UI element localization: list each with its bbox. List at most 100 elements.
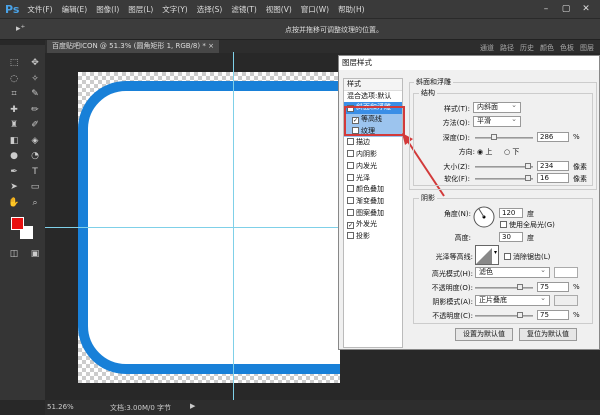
crop-tool-icon[interactable]: ⌗ [7, 88, 21, 100]
brush-tool-icon[interactable]: ✏ [28, 104, 42, 116]
checkbox-icon[interactable] [347, 231, 354, 239]
menu-item[interactable]: 图像(I) [96, 4, 119, 15]
style-item[interactable]: 图案叠加 [344, 208, 402, 220]
style-item[interactable]: ✓ 外发光 [344, 219, 402, 231]
menu-item[interactable]: 滤镜(T) [231, 4, 256, 15]
checkbox-icon[interactable] [347, 138, 354, 146]
angle-dial[interactable] [473, 206, 495, 228]
history-brush-tool-icon[interactable]: ✐ [28, 119, 42, 131]
close-button[interactable]: ✕ [578, 3, 594, 15]
depth-input[interactable]: 286 [537, 132, 569, 142]
eyedropper-tool-icon[interactable]: ✎ [28, 88, 42, 100]
panel-tab[interactable]: 图层 [580, 43, 594, 53]
style-item-label: 图案叠加 [356, 208, 384, 217]
checkbox-icon[interactable] [347, 173, 354, 181]
make-default-button[interactable]: 设置为默认值 [455, 328, 513, 341]
move-tool-icon[interactable]: ▸⁺ [16, 24, 25, 34]
style-item[interactable]: 光泽 [344, 173, 402, 185]
blend-options-item[interactable]: 混合选项:默认 [344, 91, 402, 103]
panel-tab[interactable]: 色板 [560, 43, 574, 53]
antialias-checkbox[interactable]: 消除锯齿(L) [504, 252, 550, 262]
lasso-tool-icon[interactable]: ◌ [7, 73, 21, 85]
stamp-tool-icon[interactable]: ♜ [7, 119, 21, 131]
menu-item[interactable]: 窗口(W) [301, 4, 329, 15]
style-item-label: 光泽 [356, 173, 370, 182]
highlight-opacity-slider[interactable] [475, 284, 533, 290]
checkbox-icon[interactable] [347, 161, 354, 169]
menu-item[interactable]: 视图(V) [266, 4, 292, 15]
size-slider[interactable] [475, 163, 533, 169]
blur-tool-icon[interactable]: ● [7, 150, 21, 162]
pen-tool-icon[interactable]: ✒ [7, 166, 21, 178]
zoom-tool-icon[interactable]: ⌕ [28, 197, 42, 209]
quick-mask-icon[interactable]: ◫ [7, 248, 21, 260]
direction-up-radio[interactable]: ◉ 上 [477, 147, 492, 157]
maximize-button[interactable]: ▢ [558, 3, 574, 15]
style-item[interactable]: 内阴影 [344, 149, 402, 161]
menu-item[interactable]: 文件(F) [27, 4, 52, 15]
bucket-tool-icon[interactable]: ◈ [28, 135, 42, 147]
style-item[interactable]: 描边 [344, 137, 402, 149]
menu-item[interactable]: 编辑(E) [62, 4, 88, 15]
menu-item[interactable]: 选择(S) [197, 4, 223, 15]
horizontal-guide[interactable] [45, 227, 338, 228]
eraser-tool-icon[interactable]: ◧ [7, 135, 21, 147]
close-tab-icon[interactable]: × [208, 42, 214, 50]
dodge-tool-icon[interactable]: ◔ [28, 150, 42, 162]
checkbox-icon[interactable] [347, 196, 354, 204]
highlight-mode-select[interactable]: 滤色 [475, 266, 550, 278]
zoom-level[interactable]: 51.26% [47, 403, 74, 411]
minimize-button[interactable]: – [538, 3, 554, 15]
soften-input[interactable]: 16 [537, 173, 569, 183]
vertical-guide[interactable] [233, 52, 234, 400]
shadow-opacity-input[interactable]: 75 [537, 310, 569, 320]
healing-tool-icon[interactable]: ✚ [7, 104, 21, 116]
shadow-color-swatch[interactable] [554, 295, 578, 306]
style-item[interactable]: 渐变叠加 [344, 196, 402, 208]
global-light-checkbox[interactable]: 使用全局光(G) [500, 220, 555, 230]
panel-tab[interactable]: 历史 [520, 43, 534, 53]
style-select[interactable]: 内斜面 [473, 101, 521, 113]
status-menu-arrow-icon[interactable]: ▶ [190, 402, 195, 410]
hand-tool-icon[interactable]: ✋ [7, 197, 21, 209]
style-item-label: 渐变叠加 [356, 196, 384, 205]
menu-item[interactable]: 帮助(H) [338, 4, 365, 15]
type-tool-icon[interactable]: T [28, 166, 42, 178]
checkbox-icon[interactable]: ✓ [347, 222, 354, 230]
style-item[interactable]: 内发光 [344, 161, 402, 173]
reset-default-button[interactable]: 复位为默认值 [519, 328, 577, 341]
gloss-contour-picker[interactable]: ▾ [475, 245, 499, 265]
magic-wand-tool-icon[interactable]: ✧ [28, 73, 42, 85]
depth-slider[interactable] [475, 134, 533, 140]
angle-input[interactable]: 120 [499, 208, 523, 218]
panel-tabs: 通道 路径 历史 颜色 色板 图层 [480, 43, 594, 53]
altitude-input[interactable]: 30 [499, 232, 523, 242]
highlight-color-swatch[interactable] [554, 267, 578, 278]
size-input[interactable]: 234 [537, 161, 569, 171]
menu-item[interactable]: 文字(Y) [162, 4, 187, 15]
direction-down-radio[interactable]: ○ 下 [504, 147, 519, 157]
technique-select[interactable]: 平滑 [473, 115, 521, 127]
screen-mode-icon[interactable]: ▣ [28, 248, 42, 260]
altitude-label: 高度: [454, 234, 471, 242]
menu-item[interactable]: 图层(L) [128, 4, 153, 15]
document-tab[interactable]: 百度贴吧ICON @ 51.3% (圆角矩形 1, RGB/8) * × [47, 40, 219, 53]
checkbox-icon[interactable] [347, 150, 354, 158]
checkbox-icon[interactable] [347, 208, 354, 216]
marquee-tool-icon[interactable]: ⬚ [7, 57, 21, 69]
style-item[interactable]: 颜色叠加 [344, 184, 402, 196]
shadow-mode-select[interactable]: 正片叠底 [475, 294, 550, 306]
panel-tab[interactable]: 路径 [500, 43, 514, 53]
soften-slider[interactable] [475, 175, 533, 181]
foreground-color-swatch[interactable] [11, 217, 24, 230]
checkbox-icon[interactable] [347, 185, 354, 193]
shape-tool-icon[interactable]: ▭ [28, 181, 42, 193]
shadow-opacity-slider[interactable] [475, 312, 533, 318]
style-item[interactable]: 投影 [344, 231, 402, 243]
panel-tab[interactable]: 通道 [480, 43, 494, 53]
path-select-tool-icon[interactable]: ➤ [7, 181, 21, 193]
move-tool-icon[interactable]: ✥ [28, 57, 42, 69]
highlight-opacity-input[interactable]: 75 [537, 282, 569, 292]
panel-tab[interactable]: 颜色 [540, 43, 554, 53]
styles-header[interactable]: 样式 [344, 79, 402, 91]
